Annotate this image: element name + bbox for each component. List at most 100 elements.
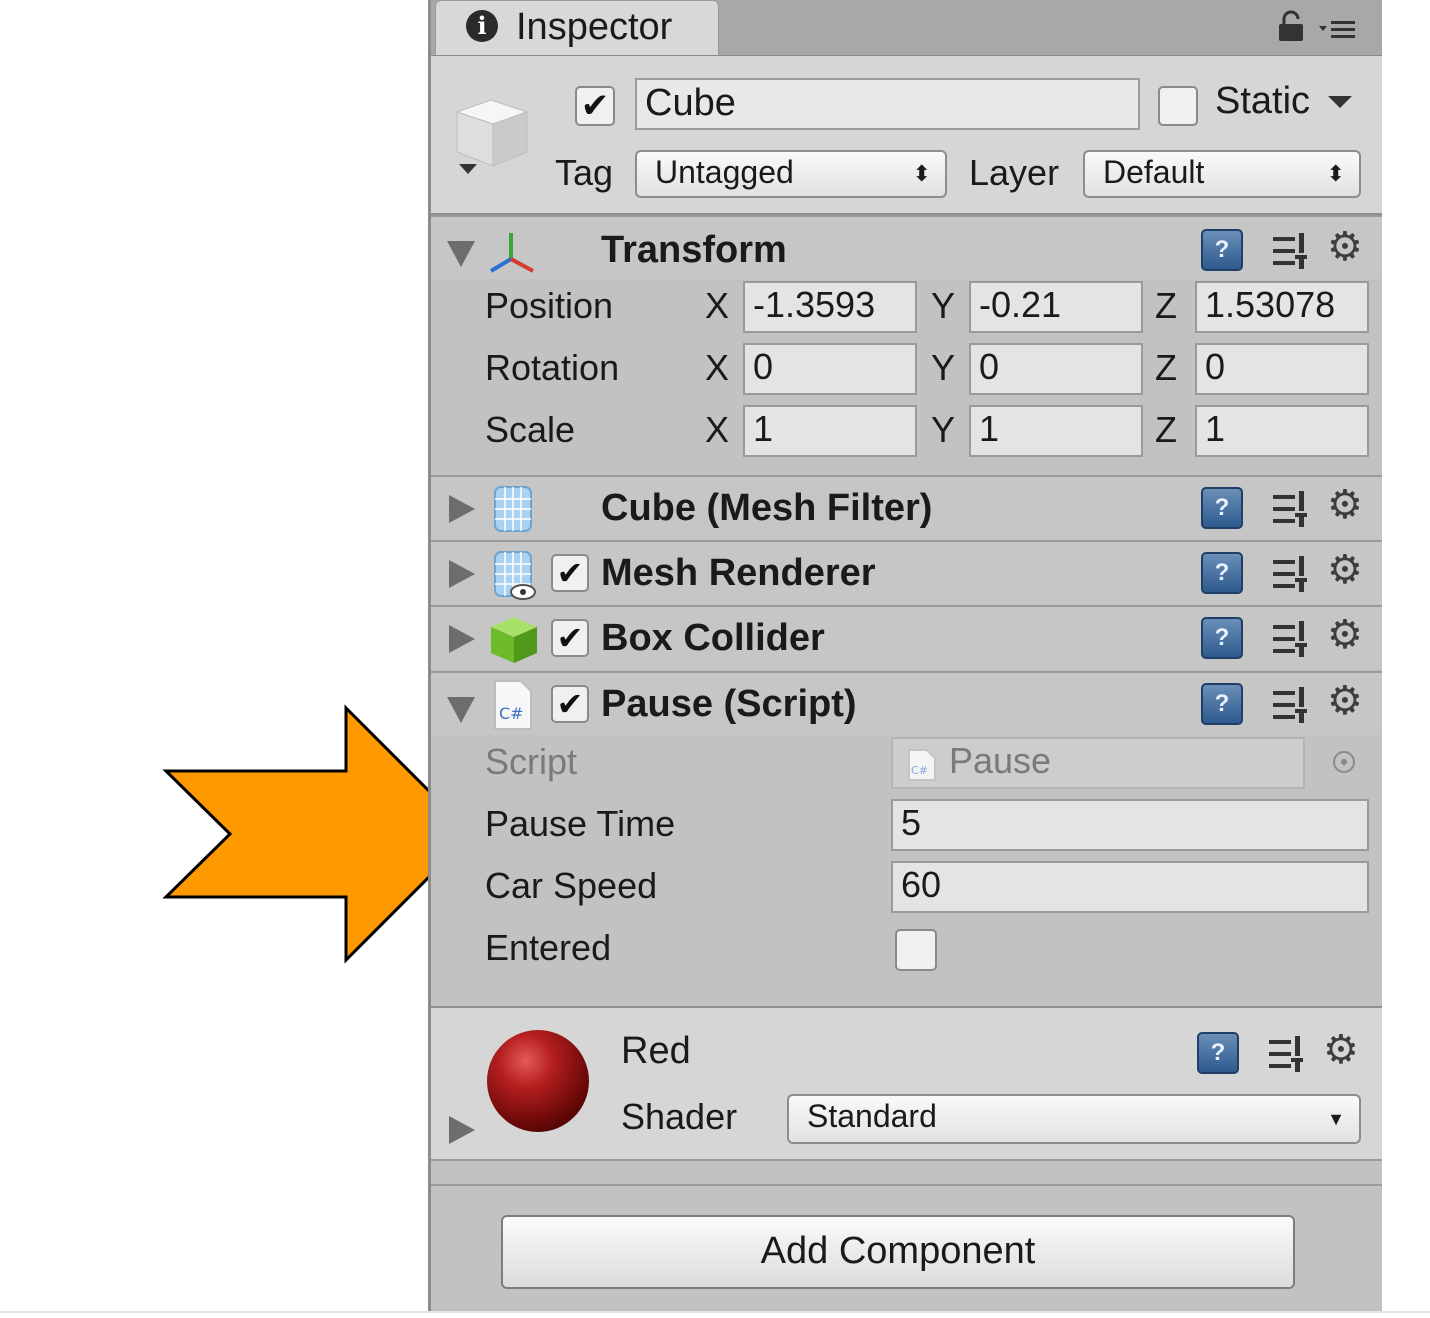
presets-icon[interactable] — [1271, 685, 1311, 725]
layer-value: Default — [1103, 154, 1205, 190]
help-icon[interactable]: ? — [1197, 1032, 1239, 1074]
axis-x-label: X — [705, 347, 730, 388]
help-icon[interactable]: ? — [1201, 229, 1243, 271]
box-collider-icon — [491, 617, 537, 663]
tag-dropdown[interactable]: Untagged ⬍ — [635, 150, 947, 198]
entered-checkbox[interactable] — [895, 929, 937, 971]
mesh-filter-title: Cube (Mesh Filter) — [601, 487, 933, 529]
svg-text:C#: C# — [911, 764, 928, 777]
entered-label: Entered — [485, 927, 612, 968]
gear-icon[interactable]: ⚙ — [1327, 227, 1371, 271]
presets-icon[interactable] — [1271, 231, 1311, 271]
active-checkbox[interactable]: ✔ — [575, 86, 615, 126]
object-name-field[interactable]: Cube — [635, 78, 1140, 130]
script-label: Script — [485, 741, 578, 782]
menu-icon[interactable] — [1319, 18, 1357, 40]
foldout-collapsed-icon[interactable] — [449, 495, 475, 523]
gear-icon[interactable]: ⚙ — [1327, 550, 1371, 594]
tag-label: Tag — [555, 152, 614, 193]
transform-header[interactable]: Transform ? ⚙ — [431, 215, 1382, 279]
foldout-collapsed-icon[interactable] — [449, 1116, 475, 1144]
help-icon[interactable]: ? — [1201, 683, 1243, 725]
pause-script-enabled-checkbox[interactable]: ✔ — [551, 685, 589, 723]
scale-label: Scale — [485, 409, 576, 450]
box-collider-enabled-checkbox[interactable]: ✔ — [551, 619, 589, 657]
axis-y-label: Y — [931, 285, 956, 326]
gear-icon[interactable]: ⚙ — [1323, 1030, 1367, 1074]
shader-dropdown[interactable]: Standard ▼ — [787, 1094, 1361, 1144]
scale-z-field[interactable]: 1 — [1195, 405, 1369, 457]
help-icon[interactable]: ? — [1201, 552, 1243, 594]
tab-label: Inspector — [516, 6, 673, 48]
tab-bar: i Inspector — [431, 0, 1382, 56]
static-label: Static — [1215, 80, 1311, 122]
mesh-renderer-enabled-checkbox[interactable]: ✔ — [551, 554, 589, 592]
gear-icon[interactable]: ⚙ — [1327, 681, 1371, 725]
add-component-button[interactable]: Add Component — [501, 1215, 1295, 1289]
axis-z-label: Z — [1155, 347, 1177, 388]
svg-text:C#: C# — [499, 704, 524, 723]
pause-script-body: Script C# Pause Pause Time 5 Car Speed 6… — [431, 735, 1382, 1005]
layer-label: Layer — [969, 152, 1060, 193]
mesh-filter-header[interactable]: Cube (Mesh Filter) ? ⚙ — [431, 475, 1382, 539]
rotation-z-field[interactable]: 0 — [1195, 343, 1369, 395]
box-collider-title: Box Collider — [601, 617, 825, 659]
presets-icon[interactable] — [1271, 489, 1311, 529]
updown-arrows-icon: ⬍ — [1326, 161, 1345, 186]
scale-x-field[interactable]: 1 — [743, 405, 917, 457]
position-z-field[interactable]: 1.53078 — [1195, 281, 1369, 333]
presets-icon[interactable] — [1271, 619, 1311, 659]
script-value: Pause — [949, 740, 1052, 781]
inspector-panel: i Inspector ✔ Cube Static Tag Untagged ⬍… — [428, 0, 1382, 1312]
mesh-filter-icon — [494, 486, 532, 532]
tab-inspector[interactable]: i Inspector — [435, 0, 719, 55]
help-icon[interactable]: ? — [1201, 487, 1243, 529]
axis-y-label: Y — [931, 347, 956, 388]
presets-icon[interactable] — [1271, 554, 1311, 594]
updown-arrows-icon: ⬍ — [912, 161, 931, 186]
foldout-collapsed-icon[interactable] — [449, 625, 475, 653]
transform-body: Position X -1.3593 Y -0.21 Z 1.53078 Rot… — [431, 279, 1382, 475]
car-speed-field[interactable]: 60 — [891, 861, 1369, 913]
position-y-field[interactable]: -0.21 — [969, 281, 1143, 333]
object-picker-icon[interactable] — [1331, 749, 1357, 775]
gameobject-cube-icon[interactable] — [451, 82, 531, 182]
rotation-x-field[interactable]: 0 — [743, 343, 917, 395]
axis-y-label: Y — [931, 409, 956, 450]
scale-y-field[interactable]: 1 — [969, 405, 1143, 457]
layer-dropdown[interactable]: Default ⬍ — [1083, 150, 1361, 198]
check-icon: ✔ — [580, 86, 610, 126]
mesh-renderer-icon — [494, 551, 536, 600]
help-icon[interactable]: ? — [1201, 617, 1243, 659]
pause-script-header[interactable]: C# ✔ Pause (Script) ? ⚙ — [431, 671, 1382, 735]
csharp-script-icon: C# — [908, 749, 936, 781]
dropdown-arrow-icon: ▼ — [1327, 1109, 1345, 1129]
pause-time-field[interactable]: 5 — [891, 799, 1369, 851]
box-collider-header[interactable]: ✔ Box Collider ? ⚙ — [431, 605, 1382, 669]
transform-axes-icon — [489, 233, 534, 273]
position-x-field[interactable]: -1.3593 — [743, 281, 917, 333]
car-speed-label: Car Speed — [485, 865, 658, 906]
presets-icon[interactable] — [1267, 1034, 1307, 1074]
axis-z-label: Z — [1155, 409, 1177, 450]
foldout-collapsed-icon[interactable] — [449, 560, 475, 588]
lock-icon[interactable] — [1277, 10, 1305, 42]
check-icon: ✔ — [556, 685, 584, 723]
foldout-expanded-icon[interactable] — [447, 241, 475, 267]
gear-icon[interactable]: ⚙ — [1327, 485, 1371, 529]
rotation-label: Rotation — [485, 347, 620, 388]
gear-icon[interactable]: ⚙ — [1327, 615, 1371, 659]
axis-x-label: X — [705, 409, 730, 450]
gameobject-header: ✔ Cube Static Tag Untagged ⬍ Layer Defau… — [431, 56, 1382, 215]
mesh-renderer-header[interactable]: ✔ Mesh Renderer ? ⚙ — [431, 540, 1382, 604]
static-checkbox[interactable] — [1158, 86, 1198, 126]
rotation-y-field[interactable]: 0 — [969, 343, 1143, 395]
material-name: Red — [621, 1030, 691, 1072]
pause-time-label: Pause Time — [485, 803, 676, 844]
pause-script-title: Pause (Script) — [601, 683, 857, 725]
divider — [431, 1184, 1382, 1186]
foldout-expanded-icon[interactable] — [447, 697, 475, 723]
static-dropdown-icon[interactable] — [1328, 96, 1352, 108]
check-icon: ✔ — [556, 619, 584, 657]
mesh-renderer-title: Mesh Renderer — [601, 552, 876, 594]
